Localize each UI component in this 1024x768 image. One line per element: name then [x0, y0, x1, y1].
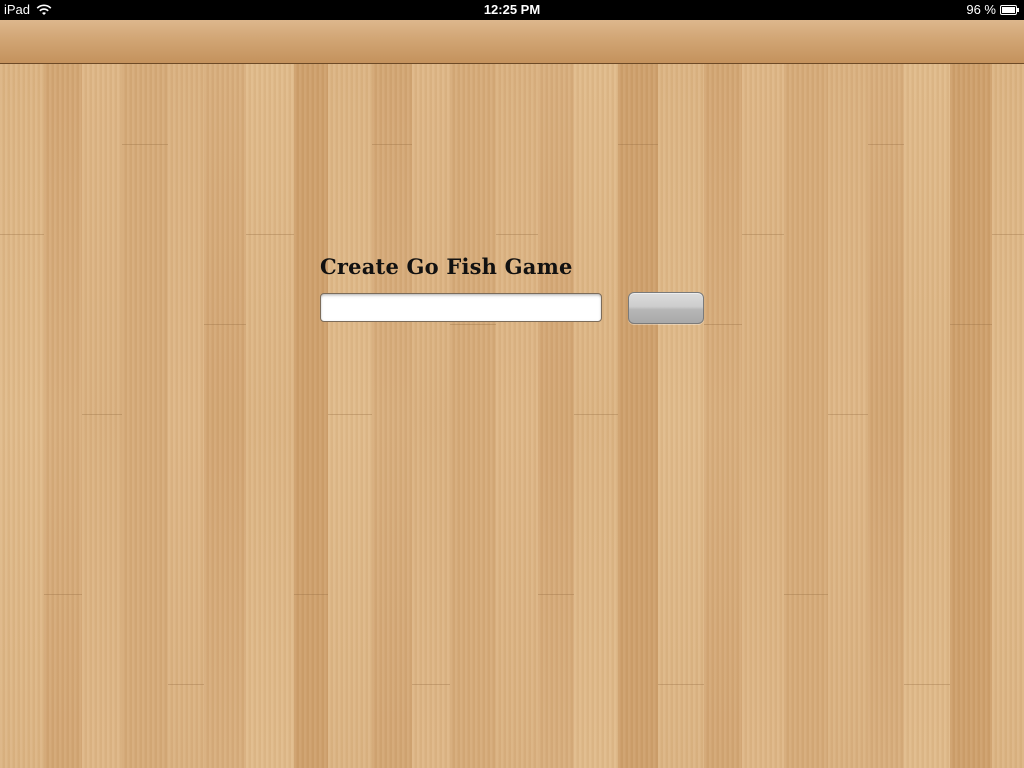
- wood-plank: [450, 64, 497, 768]
- plank-seam: [784, 594, 828, 595]
- wood-plank: [0, 64, 45, 768]
- wood-plank: [246, 64, 295, 768]
- plank-seam: [704, 324, 742, 325]
- navigation-bar: [0, 20, 1024, 64]
- plank-seam: [450, 324, 496, 325]
- wood-plank: [904, 64, 951, 768]
- plank-seam: [412, 684, 450, 685]
- plank-seam: [950, 324, 992, 325]
- plank-seam: [168, 684, 204, 685]
- wood-plank: [328, 64, 373, 768]
- wood-plank: [704, 64, 743, 768]
- wood-plank: [168, 64, 205, 768]
- wood-plank: [412, 64, 451, 768]
- plank-seam: [328, 414, 372, 415]
- plank-seam: [372, 144, 412, 145]
- wood-plank: [992, 64, 1024, 768]
- wood-plank: [828, 64, 869, 768]
- wood-plank: [294, 64, 329, 768]
- wood-plank: [538, 64, 575, 768]
- plank-seam: [246, 234, 294, 235]
- status-bar: iPad 12:25 PM 96 %: [0, 0, 1024, 20]
- plank-seam: [618, 144, 658, 145]
- plank-seam: [574, 414, 618, 415]
- wood-plank: [204, 64, 247, 768]
- wood-plank: [372, 64, 413, 768]
- plank-seam: [868, 144, 904, 145]
- plank-seam: [828, 414, 868, 415]
- plank-seam: [904, 684, 950, 685]
- plank-seam: [44, 594, 82, 595]
- wood-plank: [44, 64, 83, 768]
- wood-background: [0, 64, 1024, 768]
- wood-plank: [618, 64, 659, 768]
- wood-plank: [496, 64, 539, 768]
- status-time: 12:25 PM: [483, 2, 541, 17]
- plank-seam: [538, 594, 574, 595]
- plank-seam: [658, 684, 704, 685]
- wood-plank: [82, 64, 123, 768]
- status-right: 96 %: [966, 0, 1020, 20]
- plank-seam: [294, 594, 328, 595]
- plank-seam: [204, 324, 246, 325]
- plank-seam: [0, 234, 44, 235]
- ipad-screen: iPad 12:25 PM 96 % Create Go Fish Game: [0, 0, 1024, 768]
- battery-icon: [1000, 5, 1019, 15]
- wood-plank: [658, 64, 705, 768]
- plank-seam: [992, 234, 1024, 235]
- create-game-title: Create Go Fish Game: [320, 254, 573, 279]
- plank-seam: [82, 414, 122, 415]
- wood-plank: [574, 64, 619, 768]
- wood-plank: [868, 64, 905, 768]
- game-name-input[interactable]: [320, 293, 602, 322]
- wood-plank: [742, 64, 785, 768]
- plank-seam: [122, 144, 168, 145]
- wood-plank: [950, 64, 993, 768]
- plank-seam: [496, 234, 538, 235]
- wood-plank: [784, 64, 829, 768]
- battery-percent: 96 %: [966, 2, 996, 17]
- wood-plank: [122, 64, 169, 768]
- create-game-button[interactable]: [628, 292, 704, 324]
- plank-seam: [742, 234, 784, 235]
